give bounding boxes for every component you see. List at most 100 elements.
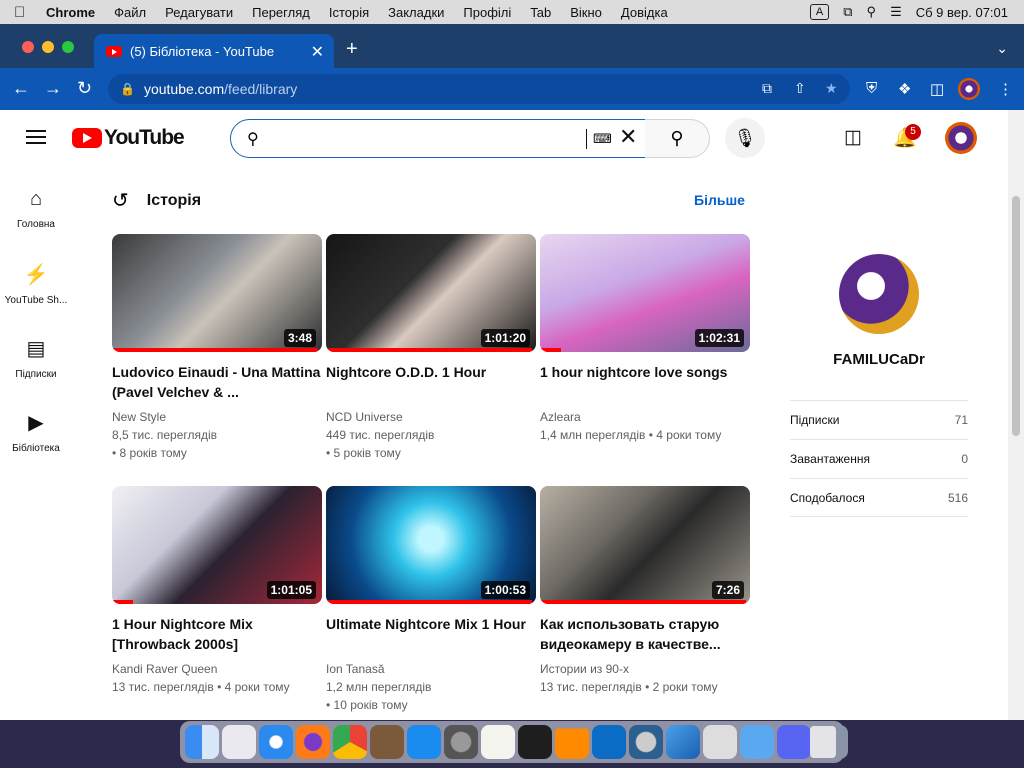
profile-avatar-icon[interactable] [958,78,980,100]
spotlight-search-icon[interactable]: ⚲ [867,4,877,20]
menu-edit[interactable]: Редагувати [165,5,233,20]
safari-icon[interactable] [259,725,293,759]
screen-mirroring-icon[interactable]: ⧉ [843,4,852,20]
firefox-icon[interactable] [296,725,330,759]
new-tab-plus-icon[interactable]: + [346,38,358,61]
preview-icon[interactable] [666,725,700,759]
lock-icon[interactable]: 🔒 [120,82,135,96]
watch-progress-bar [112,348,318,352]
video-title[interactable]: 1 hour nightcore love songs [540,362,750,402]
input-source-indicator[interactable]: A [809,4,830,20]
image-app-icon[interactable] [703,725,737,759]
open-in-app-icon[interactable]: ⧉ [762,80,772,97]
see-all-history-button[interactable]: Більше [694,192,745,208]
keyboard-icon[interactable]: ⌨ [593,131,612,147]
video-card[interactable]: 1:01:20 Nightcore O.D.D. 1 Hour NCD Univ… [326,234,536,462]
video-thumbnail[interactable]: 1:00:53 [326,486,536,604]
chrome-menu-icon[interactable]: ⋮ [998,80,1013,98]
search-input[interactable] [273,128,573,150]
sidebar-item-shorts[interactable]: ⚡ YouTube Sh... [0,262,72,306]
channel-name[interactable]: Kandi Raver Queen [112,660,322,678]
page-scrollbar-thumb[interactable] [1012,196,1020,436]
video-card[interactable]: 1:01:05 1 Hour Nightcore Mix [Throwback … [112,486,322,696]
channel-name[interactable]: Ion Tanasă [326,660,536,678]
menu-app-name[interactable]: Chrome [46,5,95,20]
video-card[interactable]: 1:00:53 Ultimate Nightcore Mix 1 Hour Io… [326,486,536,714]
video-title[interactable]: Nightcore O.D.D. 1 Hour [326,362,536,402]
side-panel-icon[interactable]: ◫ [930,80,944,98]
video-card[interactable]: 1:02:31 1 hour nightcore love songs Azle… [540,234,750,444]
brush-app-icon[interactable] [370,725,404,759]
bookmark-star-icon[interactable]: ★ [825,80,838,97]
weather-icon[interactable] [740,725,774,759]
control-center-icon[interactable]: ☰ [890,4,902,20]
window-zoom-button[interactable] [62,41,74,53]
video-thumbnail[interactable]: 1:01:05 [112,486,322,604]
video-thumbnail[interactable]: 3:48 [112,234,322,352]
vlc-icon[interactable] [555,725,589,759]
disk-utility-icon[interactable] [629,725,663,759]
video-thumbnail[interactable]: 1:01:20 [326,234,536,352]
browser-tab-active[interactable]: (5) Бібліотека - YouTube ✕ [94,34,334,68]
history-title[interactable]: Історія [147,192,201,210]
vscode-icon[interactable] [592,725,626,759]
search-box[interactable]: ⚲ ⌨ ✕ [230,119,646,158]
video-title[interactable]: Ludovico Einaudi - Una Mattina (Pavel Ve… [112,362,322,402]
video-title[interactable]: 1 Hour Nightcore Mix [Throwback 2000s] [112,614,322,654]
video-title[interactable]: Ultimate Nightcore Mix 1 Hour [326,614,536,654]
video-thumbnail[interactable]: 1:02:31 [540,234,750,352]
window-minimize-button[interactable] [42,41,54,53]
channel-name[interactable]: Истории из 90-х [540,660,750,678]
video-title[interactable]: Как использовать старую видеокамеру в ка… [540,614,750,654]
address-bar[interactable]: 🔒 youtube.com/feed/library ⧉ ⇧ ★ [108,74,850,104]
app-store-icon[interactable] [407,725,441,759]
system-settings-icon[interactable] [444,725,478,759]
menu-view[interactable]: Перегляд [252,5,310,20]
channel-name[interactable]: New Style [112,408,322,426]
account-avatar[interactable] [945,122,977,154]
sidebar-item-subscriptions[interactable]: ▤ Підписки [0,336,72,380]
hamburger-menu-icon[interactable] [26,130,46,144]
video-card[interactable]: 7:26 Как использовать старую видеокамеру… [540,486,750,696]
finder-icon[interactable] [185,725,219,759]
share-icon[interactable]: ⇧ [794,80,806,97]
menu-window[interactable]: Вікно [570,5,602,20]
textedit-icon[interactable] [481,725,515,759]
video-thumbnail[interactable]: 7:26 [540,486,750,604]
create-video-icon[interactable]: ◫ [844,126,862,149]
menu-help[interactable]: Довідка [621,5,668,20]
back-arrow-icon[interactable]: ← [12,78,30,99]
profile-avatar[interactable] [839,254,919,334]
text-cursor [586,129,587,149]
reload-icon[interactable]: ↻ [77,78,92,99]
profile-name: FAMILUCaDr [833,351,925,368]
menu-profiles[interactable]: Профілі [463,5,511,20]
forward-arrow-icon[interactable]: → [44,78,62,99]
clear-search-icon[interactable]: ✕ [619,124,637,150]
menu-bookmarks[interactable]: Закладки [388,5,444,20]
video-card[interactable]: 3:48 Ludovico Einaudi - Una Mattina (Pav… [112,234,322,462]
tab-close-icon[interactable]: ✕ [311,42,324,62]
channel-name[interactable]: Azleara [540,408,750,426]
menubar-clock[interactable]: Сб 9 вер. 07:01 [916,5,1008,20]
terminal-icon[interactable] [518,725,552,759]
chrome-icon[interactable] [333,725,367,759]
youtube-logo-icon[interactable] [72,128,102,148]
launchpad-icon[interactable] [222,725,256,759]
sidebar-item-library[interactable]: ▶ Бібліотека [0,410,72,454]
window-close-button[interactable] [22,41,34,53]
apple-icon[interactable]:  [14,4,32,21]
sidebar-item-home[interactable]: ⌂ Головна [0,188,72,230]
channel-name[interactable]: NCD Universe [326,408,536,426]
voice-search-button[interactable]: 🎙 [725,118,765,158]
trash-icon[interactable] [810,726,836,758]
youtube-logo-text[interactable]: YouTube [104,126,185,150]
menu-history[interactable]: Історія [329,5,369,20]
extensions-puzzle-icon[interactable]: ❖ [898,80,911,98]
shield-extension-icon[interactable]: ⛨ [866,80,877,97]
menu-tab[interactable]: Tab [530,5,551,20]
tab-search-chevron-icon[interactable]: ⌄ [996,40,1008,57]
search-button[interactable]: ⚲ [645,119,710,158]
discord-icon[interactable] [777,725,811,759]
menu-file[interactable]: Файл [114,5,146,20]
